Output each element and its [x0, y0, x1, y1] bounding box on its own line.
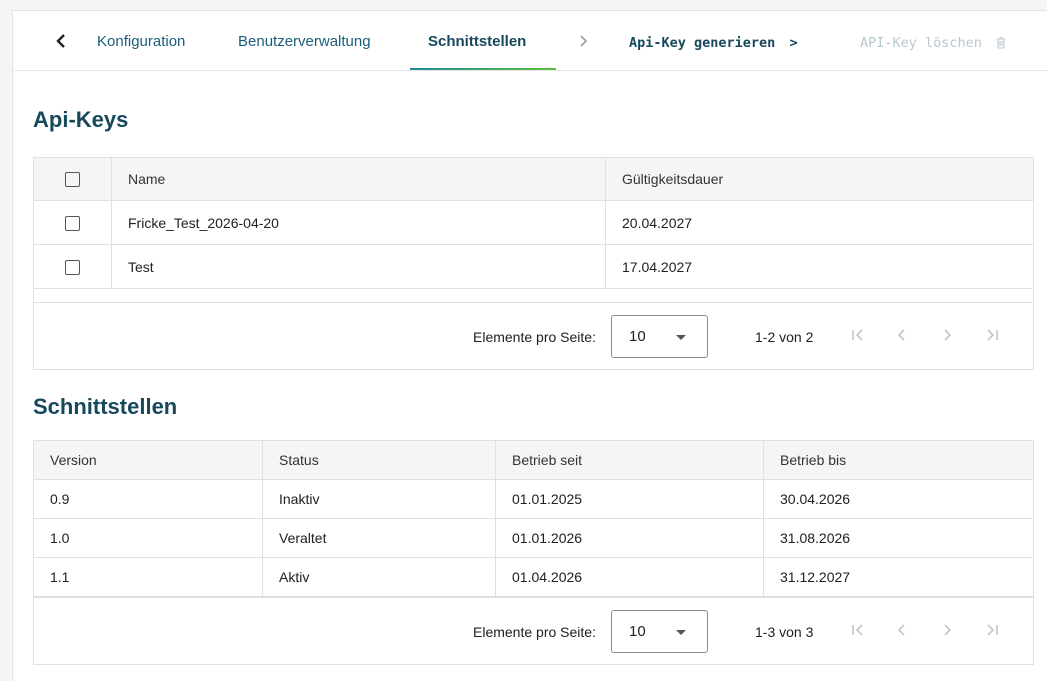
column-header-since[interactable]: Betrieb seit — [495, 440, 764, 480]
tab-schnittstellen[interactable]: Schnittstellen — [428, 33, 526, 50]
interface-until: 31.08.2026 — [763, 518, 1034, 558]
api-key-name: Test — [111, 244, 606, 289]
page-size-label: Elemente pro Seite: — [473, 329, 596, 345]
interface-since: 01.01.2025 — [495, 479, 764, 519]
interface-status: Aktiv — [262, 557, 496, 597]
column-header-name[interactable]: Name — [111, 157, 606, 201]
generate-api-key-label: Api-Key generieren — [629, 35, 776, 51]
page-range-label: 1-3 von 3 — [755, 624, 814, 640]
table-row[interactable]: Fricke_Test_2026-04-20 20.04.2027 — [33, 200, 1034, 245]
previous-page-icon[interactable] — [890, 618, 914, 642]
column-header-until[interactable]: Betrieb bis — [763, 440, 1034, 480]
page-range-label: 1-2 von 2 — [755, 329, 814, 345]
tab-benutzerverwaltung[interactable]: Benutzerverwaltung — [238, 33, 371, 50]
interface-since: 01.01.2026 — [495, 518, 764, 558]
api-key-name: Fricke_Test_2026-04-20 — [111, 200, 606, 245]
column-header-status[interactable]: Status — [262, 440, 496, 480]
page-size-value: 10 — [629, 328, 646, 345]
row-checkbox[interactable] — [65, 215, 80, 231]
table-row[interactable]: Test 17.04.2027 — [33, 244, 1034, 289]
dropdown-caret-icon — [676, 335, 686, 340]
table-row[interactable]: 1.1 Aktiv 01.04.2026 31.12.2027 — [33, 557, 1034, 597]
interface-status: Inaktiv — [262, 479, 496, 519]
interface-until: 31.12.2027 — [763, 557, 1034, 597]
column-header-version[interactable]: Version — [33, 440, 263, 480]
generate-api-key-button[interactable]: Api-Key generieren > — [629, 35, 798, 51]
first-page-icon[interactable] — [846, 323, 870, 347]
delete-api-key-button[interactable]: API-Key löschen — [860, 35, 1006, 53]
api-keys-heading: Api-Keys — [33, 107, 129, 132]
interface-since: 01.04.2026 — [495, 557, 764, 597]
column-header-validity[interactable]: Gültigkeitsdauer — [605, 157, 1034, 201]
interface-version: 0.9 — [33, 479, 263, 519]
tab-konfiguration[interactable]: Konfiguration — [97, 33, 185, 50]
page-size-select[interactable]: 10 — [611, 610, 708, 653]
interface-status: Veraltet — [262, 518, 496, 558]
chevron-right-icon[interactable] — [573, 29, 593, 53]
table-row[interactable]: 0.9 Inaktiv 01.01.2025 30.04.2026 — [33, 479, 1034, 519]
next-page-icon[interactable] — [935, 618, 959, 642]
trash-icon — [996, 36, 1006, 53]
interface-until: 30.04.2026 — [763, 479, 1034, 519]
first-page-icon[interactable] — [846, 618, 870, 642]
api-keys-paginator: Elemente pro Seite: 10 1-2 von 2 — [33, 302, 1034, 370]
page-size-value: 10 — [629, 623, 646, 640]
chevron-right-icon: > — [789, 35, 798, 51]
active-tab-indicator — [410, 68, 556, 70]
last-page-icon[interactable] — [980, 618, 1004, 642]
row-select-cell — [33, 244, 112, 289]
table-header-row: Name Gültigkeitsdauer — [33, 157, 1034, 201]
select-all-cell — [33, 157, 112, 201]
table-header-row: Version Status Betrieb seit Betrieb bis — [33, 440, 1034, 480]
dropdown-caret-icon — [676, 630, 686, 635]
interface-version: 1.0 — [33, 518, 263, 558]
interfaces-table: Version Status Betrieb seit Betrieb bis … — [33, 440, 1034, 597]
table-row[interactable]: 1.0 Veraltet 01.01.2026 31.08.2026 — [33, 518, 1034, 558]
api-key-validity: 20.04.2027 — [605, 200, 1034, 245]
delete-api-key-label: API-Key löschen — [860, 35, 982, 51]
interface-version: 1.1 — [33, 557, 263, 597]
chevron-left-icon[interactable] — [51, 29, 71, 53]
tab-bar: Konfiguration Benutzerverwaltung Schnitt… — [13, 11, 1047, 71]
last-page-icon[interactable] — [980, 323, 1004, 347]
previous-page-icon[interactable] — [890, 323, 914, 347]
interfaces-heading: Schnittstellen — [33, 394, 178, 419]
main-card: Konfiguration Benutzerverwaltung Schnitt… — [12, 10, 1047, 681]
api-key-validity: 17.04.2027 — [605, 244, 1034, 289]
row-checkbox[interactable] — [65, 259, 80, 275]
next-page-icon[interactable] — [935, 323, 959, 347]
interfaces-paginator: Elemente pro Seite: 10 1-3 von 3 — [33, 597, 1034, 665]
select-all-checkbox[interactable] — [65, 172, 80, 188]
api-keys-table: Name Gültigkeitsdauer Fricke_Test_2026-0… — [33, 157, 1034, 289]
page-size-label: Elemente pro Seite: — [473, 624, 596, 640]
page-size-select[interactable]: 10 — [611, 315, 708, 358]
row-select-cell — [33, 200, 112, 245]
